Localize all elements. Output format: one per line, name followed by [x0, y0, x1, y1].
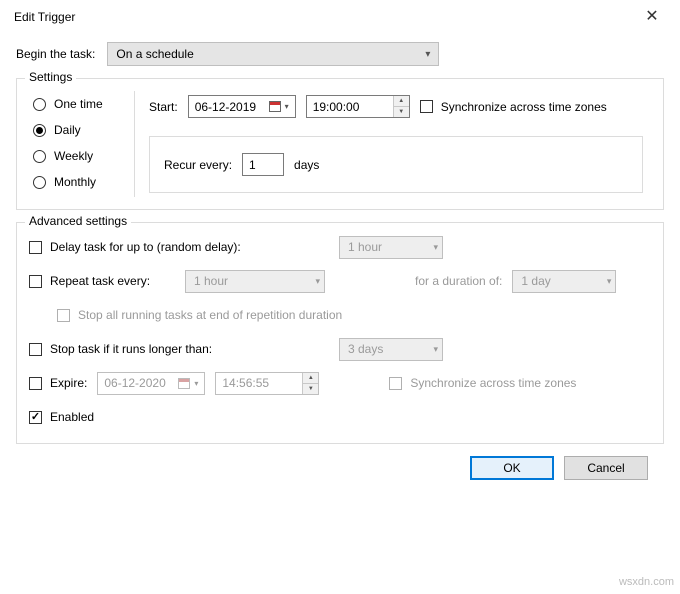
expire-label: Expire: — [50, 376, 87, 390]
recur-value: 1 — [249, 158, 256, 172]
stop-long-checkbox[interactable]: Stop task if it runs longer than: — [29, 342, 329, 356]
enabled-checkbox[interactable]: Enabled — [29, 410, 94, 424]
start-time-input[interactable]: 19:00:00 ▲▼ — [306, 95, 410, 118]
chevron-down-icon: ▾ — [425, 49, 430, 60]
enabled-label: Enabled — [50, 410, 94, 424]
repeat-label: Repeat task every: — [50, 274, 150, 288]
window-title: Edit Trigger — [14, 10, 75, 24]
expire-checkbox[interactable]: Expire: — [29, 376, 87, 390]
spin-down-icon[interactable]: ▼ — [303, 384, 318, 394]
expire-date-input[interactable]: 06-12-2020 ▾ — [97, 372, 205, 395]
radio-daily-label: Daily — [54, 123, 81, 137]
chevron-down-icon: ▾ — [433, 242, 438, 253]
begin-task-select[interactable]: On a schedule ▾ — [107, 42, 439, 66]
repeat-checkbox[interactable]: Repeat task every: — [29, 274, 175, 288]
spin-up-icon[interactable]: ▲ — [303, 373, 318, 384]
expire-time-value: 14:56:55 — [222, 376, 269, 390]
recur-panel: Recur every: 1 days — [149, 136, 643, 193]
radio-one-time[interactable]: One time — [33, 97, 134, 111]
expire-date-value: 06-12-2020 — [104, 376, 165, 390]
time-spinner[interactable]: ▲▼ — [393, 96, 409, 117]
schedule-radio-group: One time Daily Weekly Monthly — [29, 91, 135, 197]
advanced-legend: Advanced settings — [25, 214, 131, 228]
chevron-down-icon: ▾ — [194, 379, 198, 388]
delay-label: Delay task for up to (random delay): — [50, 240, 241, 254]
stop-repetition-label: Stop all running tasks at end of repetit… — [78, 308, 342, 322]
expire-time-input[interactable]: 14:56:55 ▲▼ — [215, 372, 319, 395]
delay-checkbox[interactable]: Delay task for up to (random delay): — [29, 240, 329, 254]
start-time-value: 19:00:00 — [313, 100, 360, 114]
sync-timezones-label: Synchronize across time zones — [441, 100, 607, 114]
watermark: wsxdn.com — [619, 576, 674, 588]
radio-monthly-label: Monthly — [54, 175, 96, 189]
spin-up-icon[interactable]: ▲ — [394, 96, 409, 107]
calendar-icon — [178, 378, 190, 389]
delay-value: 1 hour — [348, 240, 382, 254]
time-spinner[interactable]: ▲▼ — [302, 373, 318, 394]
expire-sync-label: Synchronize across time zones — [410, 376, 576, 390]
stop-long-value: 3 days — [348, 342, 383, 356]
duration-select[interactable]: 1 day ▾ — [512, 270, 616, 293]
spin-down-icon[interactable]: ▼ — [394, 107, 409, 117]
cancel-button-label: Cancel — [587, 461, 624, 475]
chevron-down-icon: ▾ — [607, 276, 612, 287]
begin-task-label: Begin the task: — [16, 47, 95, 61]
recur-unit: days — [294, 158, 319, 172]
repeat-value: 1 hour — [194, 274, 228, 288]
start-label: Start: — [149, 100, 178, 114]
chevron-down-icon: ▾ — [285, 102, 289, 111]
recur-label: Recur every: — [164, 158, 232, 172]
radio-daily[interactable]: Daily — [33, 123, 134, 137]
sync-timezones-checkbox[interactable]: Synchronize across time zones — [420, 100, 607, 114]
ok-button[interactable]: OK — [470, 456, 554, 480]
stop-long-label: Stop task if it runs longer than: — [50, 342, 212, 356]
chevron-down-icon: ▾ — [315, 276, 320, 287]
duration-label: for a duration of: — [415, 274, 502, 288]
ok-button-label: OK — [503, 461, 520, 475]
stop-repetition-checkbox: Stop all running tasks at end of repetit… — [57, 308, 342, 322]
chevron-down-icon: ▾ — [433, 344, 438, 355]
start-date-input[interactable]: 06-12-2019 ▾ — [188, 95, 296, 118]
radio-monthly[interactable]: Monthly — [33, 175, 134, 189]
cancel-button[interactable]: Cancel — [564, 456, 648, 480]
expire-sync-checkbox: Synchronize across time zones — [389, 376, 576, 390]
radio-one-time-label: One time — [54, 97, 103, 111]
radio-weekly-label: Weekly — [54, 149, 93, 163]
repeat-value-select[interactable]: 1 hour ▾ — [185, 270, 325, 293]
recur-value-input[interactable]: 1 — [242, 153, 284, 176]
calendar-icon — [269, 101, 281, 112]
stop-long-select[interactable]: 3 days ▾ — [339, 338, 443, 361]
delay-select[interactable]: 1 hour ▾ — [339, 236, 443, 259]
close-icon[interactable]: ✕ — [636, 9, 668, 25]
radio-weekly[interactable]: Weekly — [33, 149, 134, 163]
begin-task-value: On a schedule — [116, 47, 193, 61]
duration-value: 1 day — [521, 274, 550, 288]
start-date-value: 06-12-2019 — [195, 100, 256, 114]
settings-legend: Settings — [25, 70, 76, 84]
